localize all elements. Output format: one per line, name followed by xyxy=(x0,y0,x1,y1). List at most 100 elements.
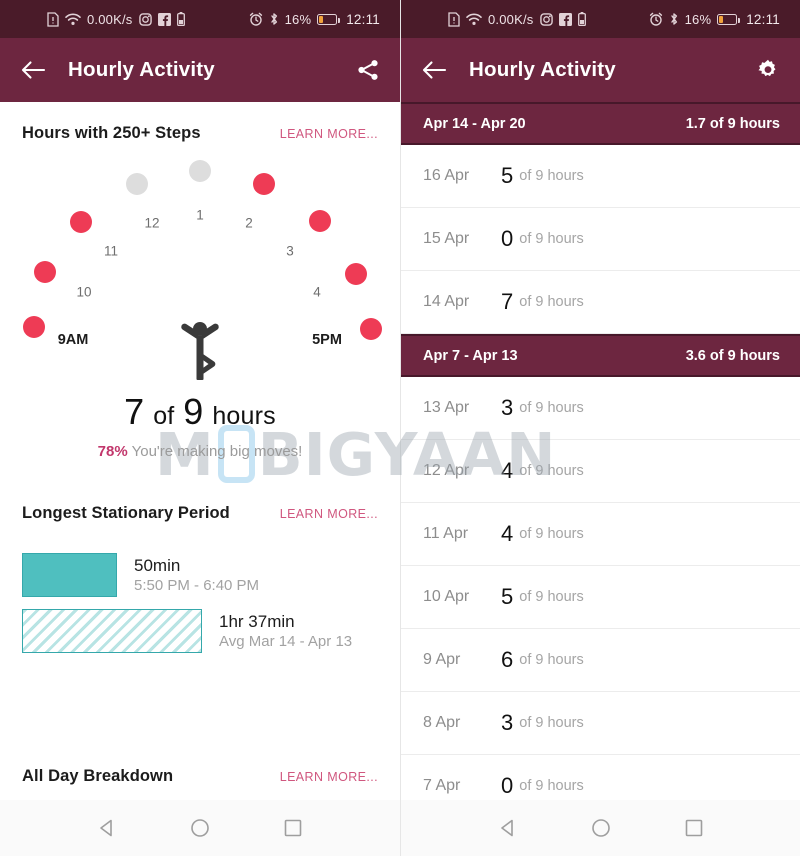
hour-dot-1[interactable] xyxy=(189,160,211,182)
day-goal-label: of 9 hours xyxy=(519,526,584,542)
stationary-learn-more-link[interactable]: LEARN MORE... xyxy=(280,507,378,521)
wifi-icon xyxy=(65,13,81,26)
hour-label-10: 10 xyxy=(76,284,92,300)
day-value-label: 3 xyxy=(501,710,514,735)
weekly-activity-list[interactable]: Apr 14 - Apr 20 1.7 of 9 hours 16 Apr 5 … xyxy=(401,102,800,800)
stationary-bar-solid xyxy=(22,553,117,597)
day-date-label: 7 Apr xyxy=(423,777,461,794)
summary-message: You're making big moves! xyxy=(131,443,303,460)
network-speed-label: 0.00K/s xyxy=(87,11,133,27)
battery-small-icon xyxy=(577,12,586,26)
summary-value: 7 xyxy=(124,391,145,432)
day-date-label: 15 Apr xyxy=(423,230,470,247)
day-date-label: 12 Apr xyxy=(423,462,470,479)
alarm-icon xyxy=(249,12,263,26)
app-bar-right: Hourly Activity xyxy=(401,38,800,102)
day-row[interactable]: 10 Apr 5 of 9 hours xyxy=(401,566,800,629)
dual-screenshot-container: 0.00K/s 16% 12:11 Hourly Activity Hours … xyxy=(0,0,800,856)
day-goal-label: of 9 hours xyxy=(519,168,584,184)
day-value-label: 4 xyxy=(501,458,514,483)
status-bar-left: 0.00K/s 16% 12:11 xyxy=(0,0,400,38)
status-bar-right-group: 16% 12:11 xyxy=(249,12,380,27)
hour-dot-4[interactable] xyxy=(345,263,367,285)
day-goal-label: of 9 hours xyxy=(519,400,584,416)
summary-percent: 78% xyxy=(97,443,128,460)
hours-section-title: Hours with 250+ Steps xyxy=(22,124,201,142)
day-value-label: 0 xyxy=(501,773,514,798)
stationary-row-average: 1hr 37min Avg Mar 14 - Apr 13 xyxy=(22,609,378,653)
hour-dot-3[interactable] xyxy=(309,210,331,232)
back-arrow-icon[interactable] xyxy=(421,60,447,80)
day-row[interactable]: 9 Apr 6 of 9 hours xyxy=(401,629,800,692)
hour-label-11: 11 xyxy=(103,243,119,259)
stationary-bar-hatched xyxy=(22,609,202,653)
week-header[interactable]: Apr 7 - Apr 13 3.6 of 9 hours xyxy=(401,334,800,377)
summary-unit: hours xyxy=(212,402,276,430)
day-row[interactable]: 7 Apr 0 of 9 hours xyxy=(401,755,800,800)
stationary-actual-detail: 5:50 PM - 6:40 PM xyxy=(134,576,260,594)
day-goal-label: of 9 hours xyxy=(519,778,584,794)
day-goal-label: of 9 hours xyxy=(519,231,584,247)
day-row[interactable]: 8 Apr 3 of 9 hours xyxy=(401,692,800,755)
day-row[interactable]: 15 Apr 0 of 9 hours xyxy=(401,208,800,271)
hour-dot-5pm[interactable] xyxy=(360,318,382,340)
day-date-label: 10 Apr xyxy=(423,588,470,605)
breakdown-learn-more-link[interactable]: LEARN MORE... xyxy=(280,770,378,784)
hour-dot-2[interactable] xyxy=(253,173,275,195)
battery-percent-label: 16% xyxy=(684,11,712,27)
left-phone-screen: 0.00K/s 16% 12:11 Hourly Activity Hours … xyxy=(0,0,400,856)
battery-icon xyxy=(717,13,740,25)
week-average-label: 3.6 of 9 hours xyxy=(685,347,780,364)
right-phone-screen: 0.00K/s 16% 12:11 Hourly Activity Apr 14… xyxy=(400,0,800,856)
day-value-label: 5 xyxy=(501,584,514,609)
nav-home-circle-icon[interactable] xyxy=(189,817,211,839)
nav-home-circle-icon[interactable] xyxy=(590,817,612,839)
status-bar-right-left-group: 0.00K/s xyxy=(448,12,586,27)
instagram-icon xyxy=(138,12,152,26)
day-date-label: 13 Apr xyxy=(423,399,470,416)
day-value-label: 3 xyxy=(501,395,514,420)
day-row[interactable]: 11 Apr 4 of 9 hours xyxy=(401,503,800,566)
clock-end-label: 5PM xyxy=(312,332,342,348)
hours-learn-more-link[interactable]: LEARN MORE... xyxy=(280,127,378,141)
nav-recents-square-icon[interactable] xyxy=(683,817,705,839)
stationary-actual-duration: 50min xyxy=(134,555,181,575)
facebook-icon xyxy=(157,12,171,26)
clock-time-label: 12:11 xyxy=(746,11,780,27)
nav-back-triangle-icon[interactable] xyxy=(497,817,519,839)
sim-card-icon xyxy=(448,11,460,27)
hour-dot-12[interactable] xyxy=(126,173,148,195)
nav-back-triangle-icon[interactable] xyxy=(96,817,118,839)
summary-main-line: 7 of 9 hours xyxy=(0,391,400,433)
hour-label-1: 1 xyxy=(196,207,204,223)
week-range-label: Apr 14 - Apr 20 xyxy=(423,115,526,132)
gear-icon[interactable] xyxy=(756,58,780,82)
wifi-icon xyxy=(466,13,482,26)
week-range-label: Apr 7 - Apr 13 xyxy=(423,347,518,364)
hour-dot-11[interactable] xyxy=(70,211,92,233)
stationary-row-actual: 50min 5:50 PM - 6:40 PM xyxy=(22,553,378,597)
week-header[interactable]: Apr 14 - Apr 20 1.7 of 9 hours xyxy=(401,102,800,145)
sim-card-icon xyxy=(47,11,59,27)
day-row[interactable]: 13 Apr 3 of 9 hours xyxy=(401,377,800,440)
facebook-icon xyxy=(558,12,572,26)
battery-percent-label: 16% xyxy=(284,11,312,27)
day-row[interactable]: 16 Apr 5 of 9 hours xyxy=(401,145,800,208)
stationary-actual-meta: 50min 5:50 PM - 6:40 PM xyxy=(134,555,259,596)
hour-dot-9am[interactable] xyxy=(23,316,45,338)
day-value-label: 5 xyxy=(501,163,514,188)
day-value-label: 0 xyxy=(501,226,514,251)
app-bar-left: Hourly Activity xyxy=(0,38,400,102)
hour-dot-10[interactable] xyxy=(34,261,56,283)
day-row[interactable]: 12 Apr 4 of 9 hours xyxy=(401,440,800,503)
nav-recents-square-icon[interactable] xyxy=(282,817,304,839)
hourly-activity-clock: 10 11 12 1 2 3 4 9AM 5PM xyxy=(0,157,400,397)
day-row[interactable]: 14 Apr 7 of 9 hours xyxy=(401,271,800,334)
back-arrow-icon[interactable] xyxy=(20,60,46,80)
share-icon[interactable] xyxy=(356,58,380,82)
summary-goal: 9 xyxy=(183,391,204,432)
stationary-average-detail: Avg Mar 14 - Apr 13 xyxy=(219,632,353,650)
summary-of: of xyxy=(153,402,175,430)
hour-label-12: 12 xyxy=(144,215,160,231)
day-goal-label: of 9 hours xyxy=(519,294,584,310)
